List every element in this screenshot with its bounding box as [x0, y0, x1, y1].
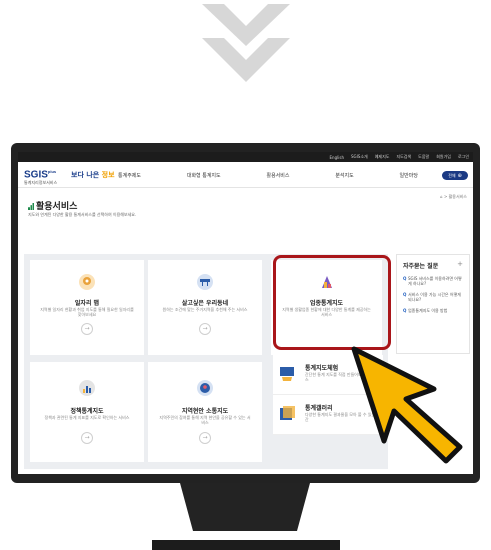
arrow-right-icon[interactable]: →	[81, 323, 93, 335]
page-description: 지도와 연계된 다양한 활용 통계서비스를 선택하여 이용해보세요.	[28, 212, 137, 217]
utility-link[interactable]: 지도검색	[396, 154, 411, 160]
gallery-icon	[280, 406, 295, 420]
monitor-stand	[180, 483, 310, 531]
monitor-base	[152, 540, 340, 550]
brand-text: 보다 나은	[71, 171, 100, 179]
nav-item-community[interactable]: 일반마당	[400, 172, 418, 179]
side-item-title: 통계갤러리	[305, 405, 333, 412]
logo-sup: plus	[47, 169, 57, 174]
brand-emphasis: 정보	[101, 171, 115, 179]
faq-item[interactable]: 업종통계지도 이용 방법	[403, 308, 463, 313]
utility-bar: English SGIS소개 예제지도 지도검색 도움말 회원가입 로그인	[18, 152, 473, 162]
logo-text: SGIS	[24, 169, 48, 181]
brand-slogan: 보다 나은 정보	[71, 170, 115, 180]
utility-link[interactable]: 예제지도	[375, 154, 390, 160]
side-item-title: 통계지도체험	[305, 365, 339, 372]
arrow-right-icon[interactable]: →	[81, 432, 93, 444]
neighborhood-icon	[197, 274, 213, 290]
utility-link[interactable]: 회원가입	[436, 154, 451, 160]
faq-item[interactable]: SGIS 서비스를 이용하려면 어떻게 하나요?	[403, 276, 463, 286]
page-title: 활용서비스	[28, 199, 77, 212]
card-description: 지역별 일자리 현황과 취업 지도를 통해 필요한 일자리를 찾아보세요	[40, 307, 134, 317]
easel-icon	[280, 367, 294, 381]
utility-link[interactable]: English	[330, 155, 344, 160]
utility-link[interactable]: 도움말	[418, 154, 429, 160]
nav-item-interactive-map[interactable]: 대화형 통계지도	[187, 172, 221, 179]
service-card-neighborhood[interactable]: 살고싶은 우리동네 원하는 조건에 맞는 주거지역을 추천해 주는 서비스 →	[148, 260, 262, 355]
double-chevron-down-icon	[202, 4, 290, 82]
card-title: 정책통계지도	[70, 408, 104, 415]
community-map-icon	[197, 380, 213, 396]
arrow-right-icon[interactable]: →	[199, 432, 211, 444]
card-title: 살고싶은 우리동네	[181, 300, 229, 307]
site-header: SGISplus 통계지리정보서비스 보다 나은 정보 통계주제도 대화형 통계…	[18, 162, 473, 188]
all-menu-label: 전체	[448, 172, 456, 178]
faq-more-button[interactable]: +	[457, 260, 463, 268]
all-menu-button[interactable]: 전체 ⊕	[442, 171, 468, 180]
bar-chart-icon	[28, 203, 34, 210]
service-card-community-map[interactable]: 지역현안 소통지도 지역주민의 참여를 통해 지역 현안을 공유할 수 있는 서…	[148, 362, 262, 462]
card-title: 지역현안 소통지도	[181, 408, 229, 415]
faq-panel: 자주묻는 질문 + SGIS 서비스를 이용하려면 어떻게 하나요? 서비스 이…	[396, 254, 470, 354]
breadcrumb: ⌂ > 활용서비스	[440, 194, 467, 199]
utility-link[interactable]: SGIS소개	[351, 154, 368, 160]
plus-circle-icon: ⊕	[457, 172, 462, 179]
card-description: 정책과 관련된 통계 지표를 지도로 확인하는 서비스	[44, 415, 130, 420]
faq-title: 자주묻는 질문	[403, 263, 439, 270]
arrow-right-icon[interactable]: →	[199, 323, 211, 335]
nav-item-thematic-map[interactable]: 통계주제도	[118, 172, 141, 179]
highlight-box	[273, 255, 391, 350]
job-map-icon	[79, 274, 95, 290]
card-description: 지역주민의 참여를 통해 지역 현안을 공유할 수 있는 서비스	[159, 415, 251, 425]
faq-item[interactable]: 서비스 이용 가능 시간은 어떻게 되나요?	[403, 292, 463, 302]
service-card-job-map[interactable]: 일자리 맵 지역별 일자리 현황과 취업 지도를 통해 필요한 일자리를 찾아보…	[30, 260, 144, 355]
card-title: 일자리 맵	[74, 300, 100, 307]
logo-subtitle: 통계지리정보서비스	[24, 180, 58, 186]
utility-link[interactable]: 로그인	[458, 154, 469, 160]
sgis-logo[interactable]: SGISplus 통계지리정보서비스	[24, 167, 57, 185]
service-card-policy-map[interactable]: 정책통계지도 정책과 관련된 통계 지표를 지도로 확인하는 서비스 →	[30, 362, 144, 462]
policy-map-icon	[79, 380, 95, 396]
card-description: 원하는 조건에 맞는 주거지역을 추천해 주는 서비스	[162, 307, 248, 312]
main-nav: 통계주제도 대화형 통계지도 활용서비스 분석지도 일반마당	[118, 172, 418, 179]
nav-item-services[interactable]: 활용서비스	[266, 172, 289, 179]
page-title-text: 활용서비스	[36, 202, 78, 212]
nav-item-analysis-map[interactable]: 분석지도	[335, 172, 353, 179]
cursor-arrow-icon	[351, 346, 463, 464]
